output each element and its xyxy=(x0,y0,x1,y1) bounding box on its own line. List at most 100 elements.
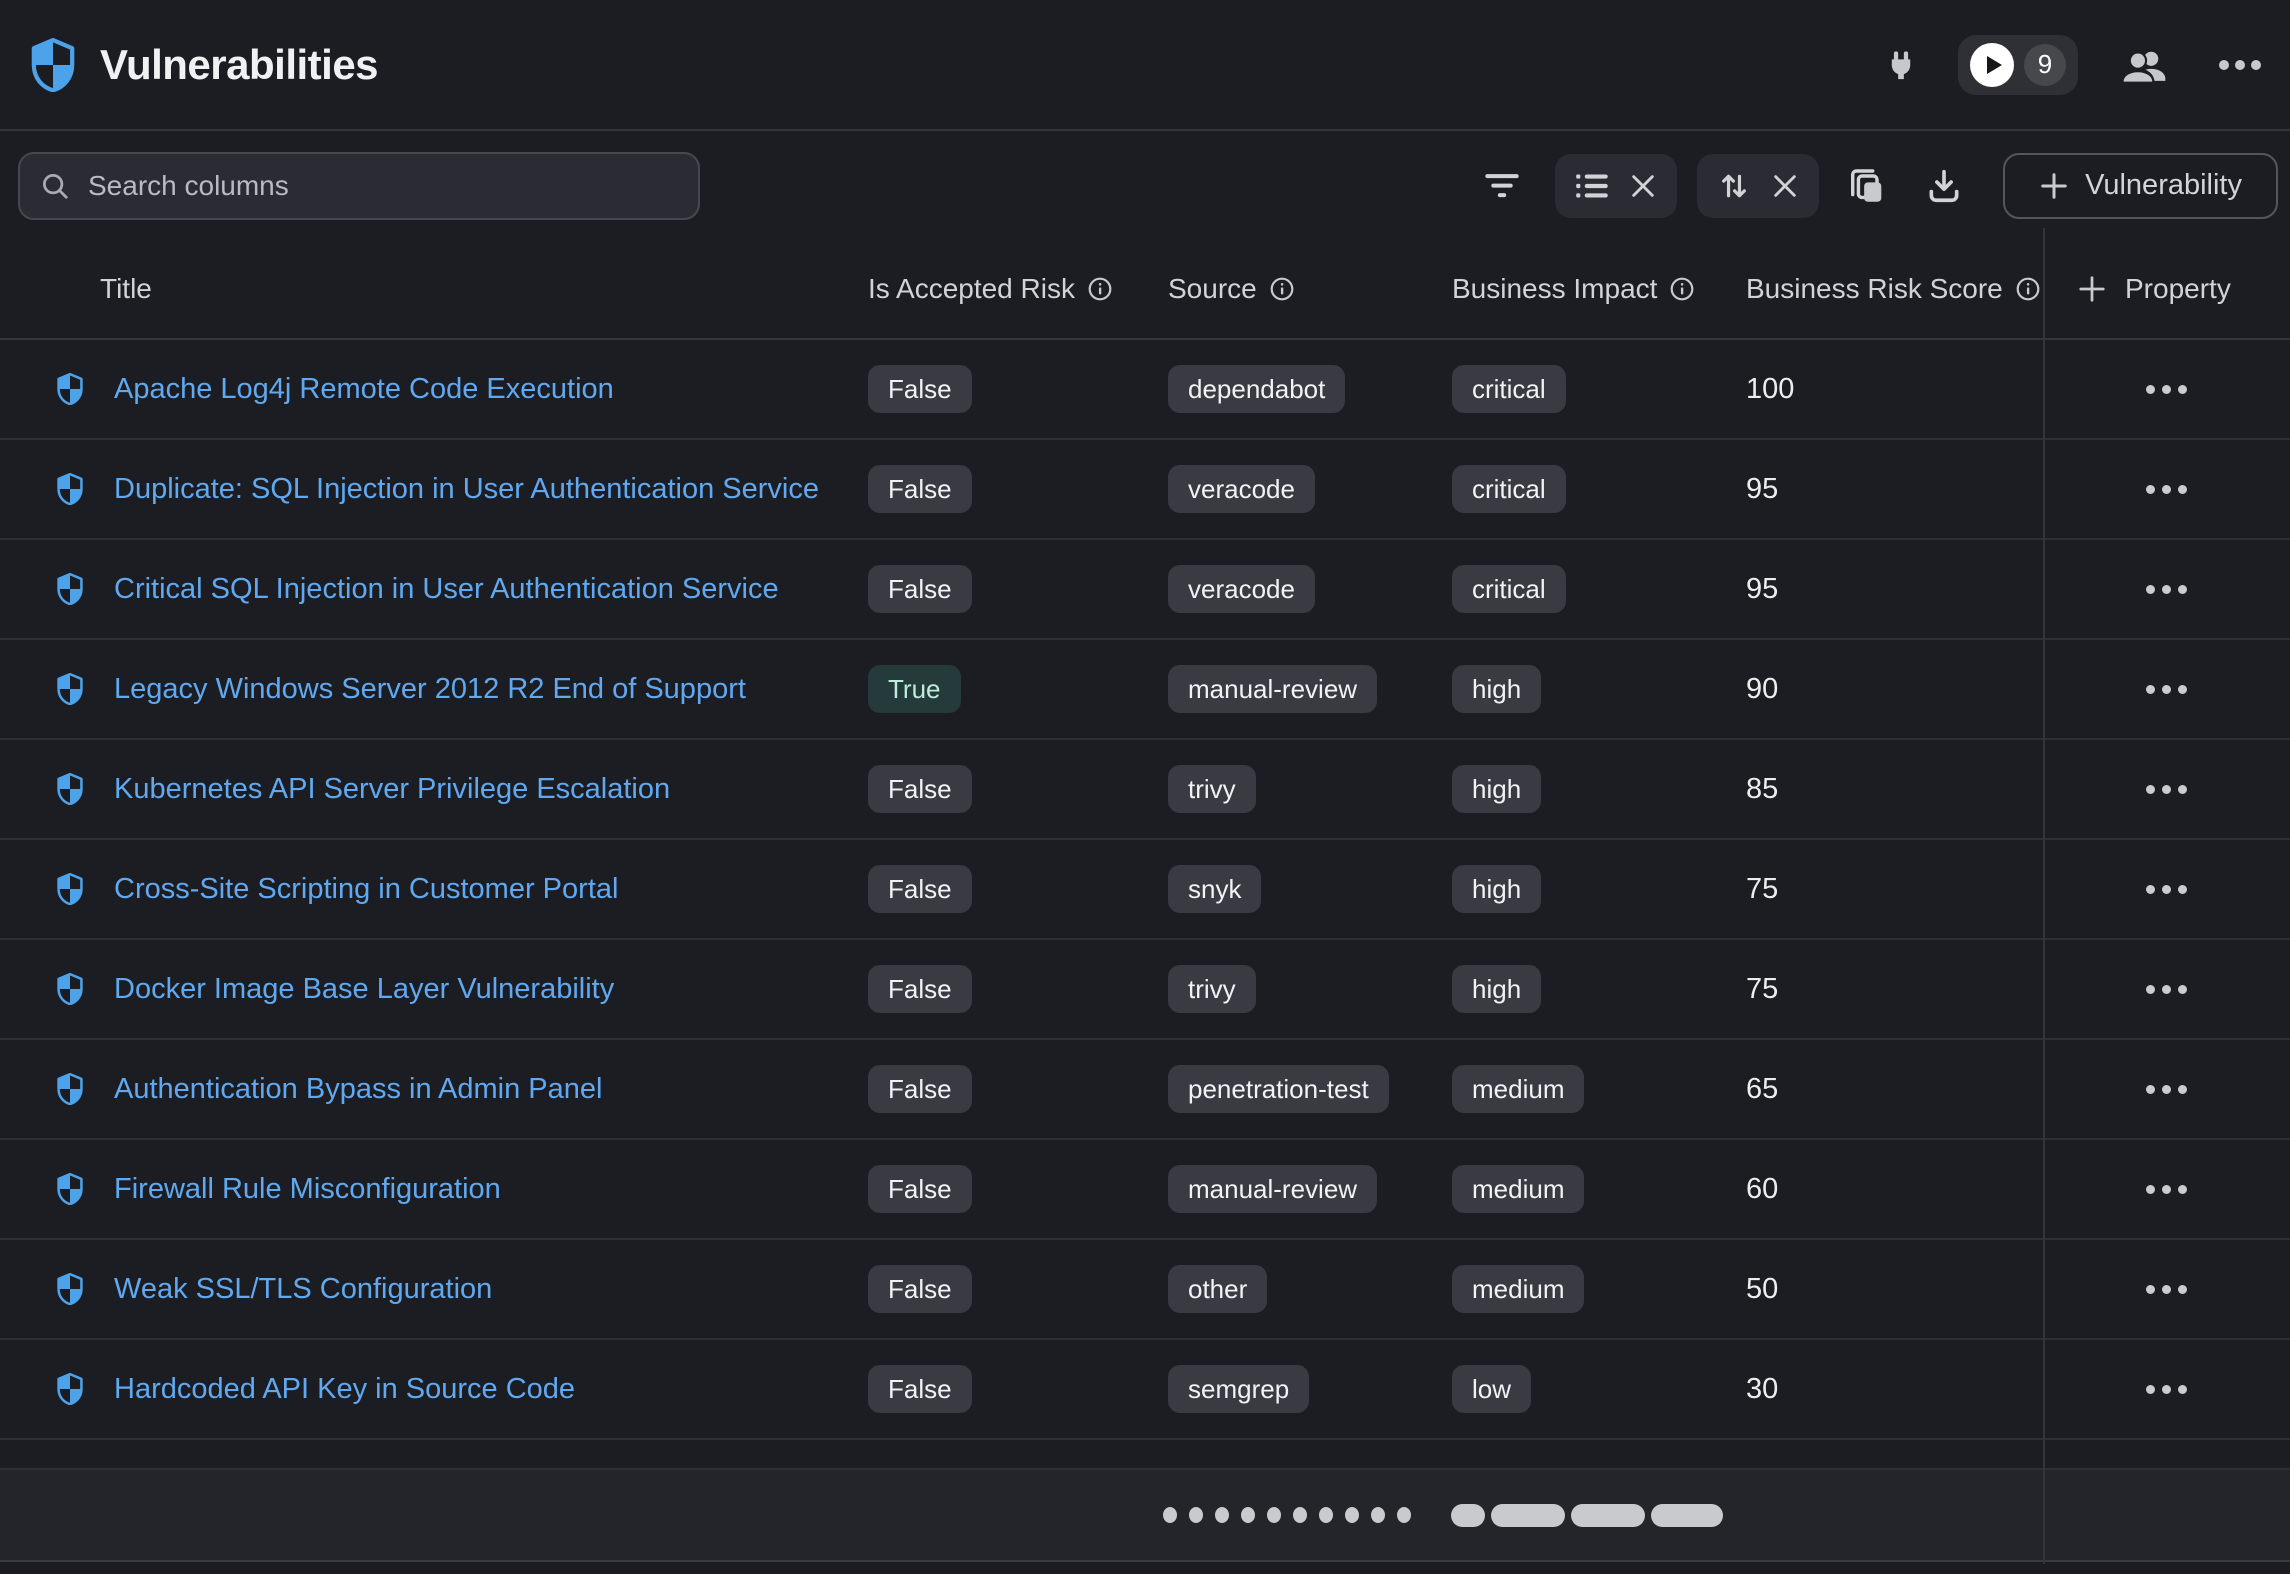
column-header-title[interactable]: Title xyxy=(100,273,868,305)
row-actions-ellipsis-icon[interactable] xyxy=(2132,971,2201,1008)
info-icon[interactable] xyxy=(1087,276,1113,302)
vulnerability-title-link[interactable]: Firewall Rule Misconfiguration xyxy=(114,1173,501,1205)
vulnerability-title-link[interactable]: Duplicate: SQL Injection in User Authent… xyxy=(114,473,819,505)
column-header-source[interactable]: Source xyxy=(1168,273,1452,305)
vulnerability-title-link[interactable]: Docker Image Base Layer Vulnerability xyxy=(114,973,614,1005)
shield-icon xyxy=(56,1173,84,1205)
add-property-button[interactable]: Property xyxy=(2043,273,2290,305)
plug-icon[interactable] xyxy=(1884,48,1918,82)
row-actions-ellipsis-icon[interactable] xyxy=(2132,1071,2201,1108)
row-actions-ellipsis-icon[interactable] xyxy=(2132,771,2201,808)
source-badge: veracode xyxy=(1168,465,1315,513)
skeleton-pill xyxy=(1451,1504,1485,1527)
is-accepted-risk-badge: False xyxy=(868,865,972,913)
is-accepted-risk-badge: False xyxy=(868,1265,972,1313)
table-row[interactable]: Legacy Windows Server 2012 R2 End of Sup… xyxy=(0,640,2290,740)
row-actions-ellipsis-icon[interactable] xyxy=(2132,1371,2201,1408)
add-vulnerability-button[interactable]: Vulnerability xyxy=(2003,153,2278,219)
is-accepted-risk-badge: False xyxy=(868,365,972,413)
filter-icon[interactable] xyxy=(1483,170,1521,202)
vulnerability-title-link[interactable]: Apache Log4j Remote Code Execution xyxy=(114,373,614,405)
close-icon[interactable] xyxy=(1771,172,1799,200)
row-actions-ellipsis-icon[interactable] xyxy=(2132,671,2201,708)
business-risk-score-value: 85 xyxy=(1746,773,2043,806)
business-risk-score-value: 65 xyxy=(1746,1073,2043,1106)
table-row[interactable]: Critical SQL Injection in User Authentic… xyxy=(0,540,2290,640)
is-accepted-risk-badge: False xyxy=(868,565,972,613)
table-row[interactable]: Weak SSL/TLS Configuration False other m… xyxy=(0,1240,2290,1340)
vulnerability-title-link[interactable]: Critical SQL Injection in User Authentic… xyxy=(114,573,779,605)
skeleton-pill xyxy=(1491,1504,1565,1527)
toolbar: Vulnerability xyxy=(0,131,2290,240)
copy-icon[interactable] xyxy=(1847,166,1887,206)
business-impact-badge: medium xyxy=(1452,1165,1584,1213)
is-accepted-risk-badge: False xyxy=(868,465,972,513)
table-row[interactable]: Kubernetes API Server Privilege Escalati… xyxy=(0,740,2290,840)
is-accepted-risk-badge: False xyxy=(868,965,972,1013)
business-impact-badge: high xyxy=(1452,665,1541,713)
shield-icon xyxy=(56,573,84,605)
table-row[interactable]: Hardcoded API Key in Source Code False s… xyxy=(0,1340,2290,1440)
business-impact-badge: critical xyxy=(1452,465,1566,513)
row-actions-ellipsis-icon[interactable] xyxy=(2132,871,2201,908)
table-row[interactable]: Docker Image Base Layer Vulnerability Fa… xyxy=(0,940,2290,1040)
table-row[interactable]: Firewall Rule Misconfiguration False man… xyxy=(0,1140,2290,1240)
info-icon[interactable] xyxy=(1669,276,1695,302)
column-header-is-accepted-risk[interactable]: Is Accepted Risk xyxy=(868,273,1168,305)
business-impact-badge: high xyxy=(1452,865,1541,913)
source-badge: snyk xyxy=(1168,865,1261,913)
source-badge: manual-review xyxy=(1168,1165,1377,1213)
column-header-business-risk-score[interactable]: Business Risk Score xyxy=(1746,273,2043,305)
search-box[interactable] xyxy=(18,152,700,220)
source-badge: trivy xyxy=(1168,765,1256,813)
row-actions-ellipsis-icon[interactable] xyxy=(2132,1271,2201,1308)
row-shield-cell xyxy=(0,373,100,405)
table-row[interactable]: Cross-Site Scripting in Customer Portal … xyxy=(0,840,2290,940)
business-risk-score-value: 90 xyxy=(1746,673,2043,706)
info-icon[interactable] xyxy=(2015,276,2041,302)
shield-icon xyxy=(56,873,84,905)
columns-list-button[interactable] xyxy=(1555,154,1677,218)
vulnerability-title-link[interactable]: Legacy Windows Server 2012 R2 End of Sup… xyxy=(114,673,746,705)
table-header-row: Title Is Accepted RiskSource Business Impa… xyxy=(0,240,2290,340)
business-impact-badge: medium xyxy=(1452,1265,1584,1313)
download-icon[interactable] xyxy=(1925,167,1963,205)
column-header-label: Title xyxy=(100,273,152,305)
business-risk-score-value: 30 xyxy=(1746,1373,2043,1406)
column-header-label: Source xyxy=(1168,273,1257,305)
info-icon[interactable] xyxy=(1269,276,1295,302)
column-header-label: Business Impact xyxy=(1452,273,1657,305)
table-row[interactable]: Authentication Bypass in Admin Panel Fal… xyxy=(0,1040,2290,1140)
close-icon[interactable] xyxy=(1629,172,1657,200)
row-actions-ellipsis-icon[interactable] xyxy=(2132,1171,2201,1208)
row-actions-ellipsis-icon[interactable] xyxy=(2132,571,2201,608)
vulnerability-title-link[interactable]: Kubernetes API Server Privilege Escalati… xyxy=(114,773,670,805)
skeleton-dot xyxy=(1241,1507,1255,1523)
sort-button[interactable] xyxy=(1697,154,1819,218)
row-actions-ellipsis-icon[interactable] xyxy=(2132,471,2201,508)
more-icon[interactable] xyxy=(2218,59,2262,71)
vulnerability-title-link[interactable]: Weak SSL/TLS Configuration xyxy=(114,1273,492,1305)
users-icon[interactable] xyxy=(2122,45,2168,85)
column-header-business-impact[interactable]: Business Impact xyxy=(1452,273,1746,305)
is-accepted-risk-badge: False xyxy=(868,765,972,813)
run-button[interactable]: 9 xyxy=(1958,35,2078,95)
vulnerability-title-link[interactable]: Hardcoded API Key in Source Code xyxy=(114,1373,575,1405)
table-row[interactable]: Apache Log4j Remote Code Execution False… xyxy=(0,340,2290,440)
shield-icon xyxy=(56,1373,84,1405)
business-risk-score-value: 75 xyxy=(1746,873,2043,906)
shield-icon xyxy=(56,1273,84,1305)
business-impact-badge: medium xyxy=(1452,1065,1584,1113)
search-input[interactable] xyxy=(88,170,678,202)
business-risk-score-value: 75 xyxy=(1746,973,2043,1006)
skeleton-dot xyxy=(1345,1507,1359,1523)
row-actions-ellipsis-icon[interactable] xyxy=(2132,371,2201,408)
business-risk-score-value: 100 xyxy=(1746,373,2043,406)
skeleton-dot xyxy=(1267,1507,1281,1523)
property-column-divider xyxy=(2043,228,2045,1564)
vulnerability-title-link[interactable]: Authentication Bypass in Admin Panel xyxy=(114,1073,602,1105)
run-count-badge: 9 xyxy=(2024,44,2066,86)
table-row[interactable]: Duplicate: SQL Injection in User Authent… xyxy=(0,440,2290,540)
skeleton-dot xyxy=(1293,1507,1307,1523)
vulnerability-title-link[interactable]: Cross-Site Scripting in Customer Portal xyxy=(114,873,618,905)
